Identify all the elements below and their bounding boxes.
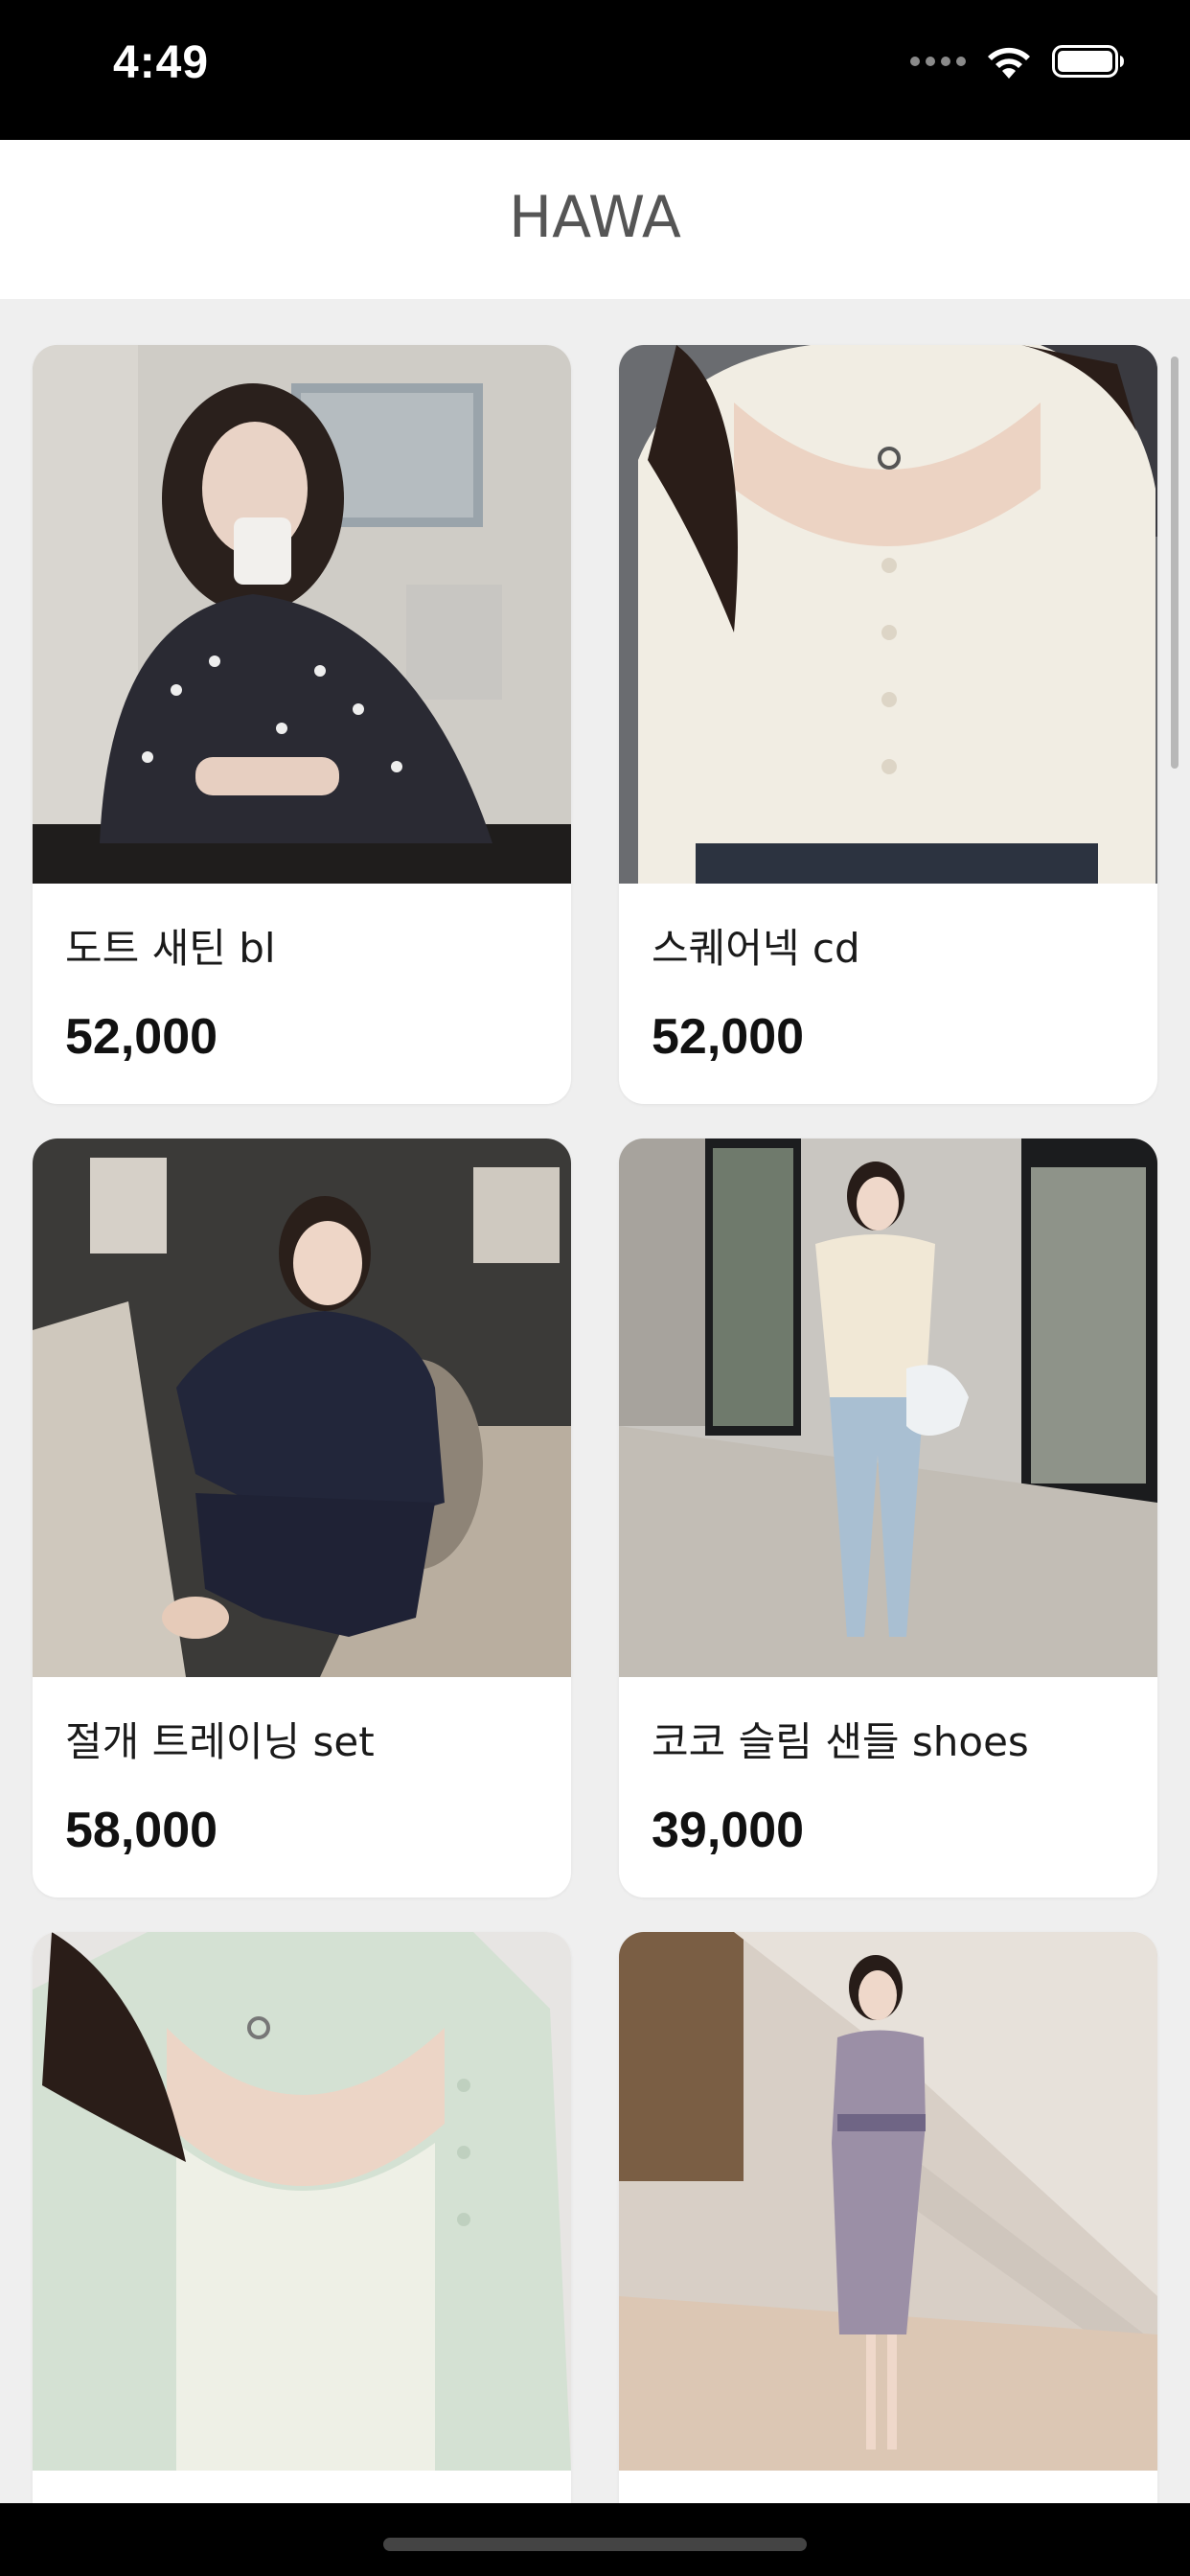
scroll-indicator[interactable] [1171, 356, 1179, 769]
product-name: 코코 슬림 샌들 shoes [652, 1718, 1029, 1765]
navigation-bar: HAWA [0, 140, 1190, 299]
product-image [619, 1932, 1157, 2471]
product-card[interactable]: 코코 슬림 샌들 shoes 39,000 [619, 1138, 1157, 1898]
product-grid[interactable]: 도트 새틴 bl 52,000 스퀘어넥 cd 52,000 절개 트레이닝 s… [0, 299, 1190, 2503]
product-price: 39,000 [652, 1803, 805, 1858]
cellular-dots-icon [910, 42, 966, 80]
product-card[interactable]: 스퀘어넥 cd 52,000 [619, 345, 1157, 1104]
home-indicator[interactable] [383, 2538, 807, 2551]
product-name: 도트 새틴 bl [65, 925, 276, 972]
product-price: 52,000 [65, 1009, 218, 1065]
page-title: HAWA [509, 184, 681, 251]
status-icons [910, 42, 1125, 80]
product-price: 58,000 [65, 1803, 218, 1858]
product-card[interactable]: 도트 새틴 bl 52,000 [33, 345, 571, 1104]
status-bar: 4:49 [0, 0, 1190, 140]
product-name: 스퀘어넥 cd [652, 925, 860, 972]
product-image [33, 1138, 571, 1677]
product-name: 절개 트레이닝 set [65, 1718, 375, 1765]
product-card[interactable]: 절개 트레이닝 set 58,000 [33, 1138, 571, 1898]
wifi-icon [988, 47, 1030, 79]
product-card[interactable] [619, 1932, 1157, 2503]
product-card[interactable] [33, 1932, 571, 2503]
product-image [33, 1932, 571, 2471]
status-time: 4:49 [113, 37, 210, 88]
battery-icon [1052, 45, 1124, 78]
product-image [619, 1138, 1157, 1677]
home-bar-area [0, 2503, 1190, 2576]
product-price: 52,000 [652, 1009, 805, 1065]
product-image [619, 345, 1157, 884]
product-image [33, 345, 571, 884]
